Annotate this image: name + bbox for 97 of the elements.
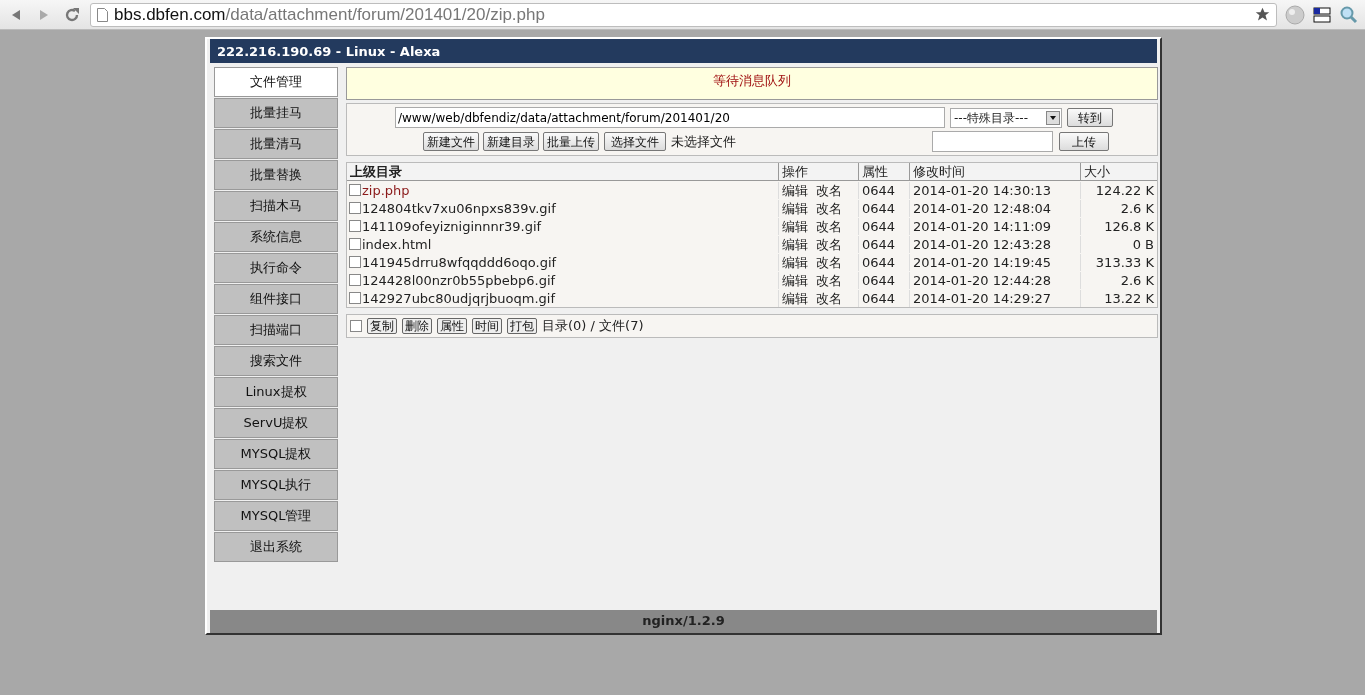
column-header: 大小: [1080, 163, 1157, 180]
size-cell: 2.6 K: [1080, 199, 1157, 217]
header-title: 222.216.190.69 - Linux - Alexa: [210, 39, 1157, 63]
size-cell: 124.22 K: [1080, 181, 1157, 199]
select-all-checkbox[interactable]: [350, 320, 362, 332]
upload-field[interactable]: [932, 131, 1053, 152]
row-checkbox[interactable]: [349, 238, 361, 250]
star-icon[interactable]: [1255, 7, 1270, 22]
upload-button[interactable]: 上传: [1059, 132, 1109, 151]
sidebar-item[interactable]: 执行命令: [214, 253, 338, 283]
permission-cell: 0644: [858, 235, 909, 253]
bulk-action-button[interactable]: 属性: [437, 318, 467, 334]
parent-dir-link[interactable]: 上级目录: [347, 163, 778, 180]
sidebar-item[interactable]: 扫描端口: [214, 315, 338, 345]
action-link[interactable]: 编辑: [782, 217, 808, 235]
mtime-cell: 2014-01-20 14:11:09: [909, 217, 1080, 235]
row-checkbox[interactable]: [349, 202, 361, 214]
sidebar-item[interactable]: 组件接口: [214, 284, 338, 314]
goto-button[interactable]: 转到: [1067, 108, 1113, 127]
size-cell: 0 B: [1080, 235, 1157, 253]
sidebar-item[interactable]: 文件管理: [214, 67, 338, 97]
row-checkbox[interactable]: [349, 184, 361, 196]
file-status: 未选择文件: [671, 132, 736, 151]
permission-cell: 0644: [858, 253, 909, 271]
sidebar-item[interactable]: 退出系统: [214, 532, 338, 562]
size-cell: 2.6 K: [1080, 271, 1157, 289]
action-link[interactable]: 编辑: [782, 235, 808, 253]
action-link[interactable]: 改名: [816, 271, 842, 289]
row-checkbox[interactable]: [349, 274, 361, 286]
action-link[interactable]: 编辑: [782, 181, 808, 199]
sidebar-item[interactable]: MYSQL提权: [214, 439, 338, 469]
column-header: 操作: [778, 163, 858, 180]
address-bar[interactable]: bbs.dbfen.com/data/attachment/forum/201401/20/zip.php: [90, 2, 1277, 27]
toolbar-button[interactable]: 批量上传: [543, 132, 599, 151]
sidebar-item[interactable]: ServU提权: [214, 408, 338, 438]
mtime-cell: 2014-01-20 14:19:45: [909, 253, 1080, 271]
message-banner: 等待消息队列: [346, 67, 1158, 100]
mtime-cell: 2014-01-20 14:30:13: [909, 181, 1080, 199]
action-link[interactable]: 改名: [816, 253, 842, 271]
permission-cell: 0644: [858, 199, 909, 217]
column-header: 属性: [858, 163, 909, 180]
action-link[interactable]: 编辑: [782, 289, 808, 307]
action-link[interactable]: 改名: [816, 235, 842, 253]
sidebar-item[interactable]: 扫描木马: [214, 191, 338, 221]
globe-icon[interactable]: [1285, 4, 1305, 25]
file-name-link[interactable]: 141109ofeyizniginnnr39.gif: [362, 217, 542, 235]
server-footer: nginx/1.2.9: [210, 610, 1157, 633]
size-cell: 126.8 K: [1080, 217, 1157, 235]
size-cell: 13.22 K: [1080, 289, 1157, 307]
sidebar-item[interactable]: MYSQL管理: [214, 501, 338, 531]
permission-cell: 0644: [858, 271, 909, 289]
special-dir-dropdown[interactable]: ---特殊目录---: [950, 107, 1062, 128]
file-name-link[interactable]: 141945drru8wfqqddd6oqo.gif: [362, 253, 557, 271]
mtime-cell: 2014-01-20 12:48:04: [909, 199, 1080, 217]
file-name-link[interactable]: 124804tkv7xu06npxs839v.gif: [362, 199, 556, 217]
action-link[interactable]: 改名: [816, 199, 842, 217]
toolbar-button[interactable]: 新建目录: [483, 132, 539, 151]
permission-cell: 0644: [858, 289, 909, 307]
column-header: 修改时间: [909, 163, 1080, 180]
sidebar-item[interactable]: 批量清马: [214, 129, 338, 159]
toolbar-button[interactable]: 新建文件: [423, 132, 479, 151]
action-link[interactable]: 改名: [816, 217, 842, 235]
action-link[interactable]: 编辑: [782, 253, 808, 271]
action-link[interactable]: 编辑: [782, 199, 808, 217]
action-link[interactable]: 改名: [816, 289, 842, 307]
row-checkbox[interactable]: [349, 256, 361, 268]
file-name-link[interactable]: index.html: [362, 235, 432, 253]
bulk-action-button[interactable]: 时间: [472, 318, 502, 334]
mtime-cell: 2014-01-20 12:44:28: [909, 271, 1080, 289]
bulk-action-button[interactable]: 复制: [367, 318, 397, 334]
permission-cell: 0644: [858, 217, 909, 235]
row-checkbox[interactable]: [349, 292, 361, 304]
action-link[interactable]: 编辑: [782, 271, 808, 289]
path-field[interactable]: /www/web/dbfendiz/data/attachment/forum/201401/20: [395, 107, 945, 128]
panel-icon[interactable]: [1313, 6, 1331, 23]
row-checkbox[interactable]: [349, 220, 361, 232]
sidebar-item[interactable]: 批量挂马: [214, 98, 338, 128]
magnifier-icon[interactable]: [1339, 4, 1359, 25]
file-name-link[interactable]: 124428l00nzr0b55pbebp6.gif: [362, 271, 556, 289]
file-name-link[interactable]: zip.php: [362, 181, 410, 199]
action-link[interactable]: 改名: [816, 181, 842, 199]
bulk-action-button[interactable]: 删除: [402, 318, 432, 334]
summary-text: 目录(0) / 文件(7): [542, 317, 644, 336]
url-text: bbs.dbfen.com/data/attachment/forum/201401/20/zip.php: [114, 3, 546, 26]
permission-cell: 0644: [858, 181, 909, 199]
sidebar-item[interactable]: 搜索文件: [214, 346, 338, 376]
size-cell: 313.33 K: [1080, 253, 1157, 271]
page-icon: [97, 7, 108, 22]
sidebar-item[interactable]: 系统信息: [214, 222, 338, 252]
file-name-link[interactable]: 142927ubc80udjqrjbuoqm.gif: [362, 289, 556, 307]
sidebar-item[interactable]: Linux提权: [214, 377, 338, 407]
mtime-cell: 2014-01-20 14:29:27: [909, 289, 1080, 307]
sidebar-item[interactable]: MYSQL执行: [214, 470, 338, 500]
bulk-action-button[interactable]: 打包: [507, 318, 537, 334]
sidebar-item[interactable]: 批量替换: [214, 160, 338, 190]
mtime-cell: 2014-01-20 12:43:28: [909, 235, 1080, 253]
choose-file-button[interactable]: 选择文件: [604, 132, 666, 151]
